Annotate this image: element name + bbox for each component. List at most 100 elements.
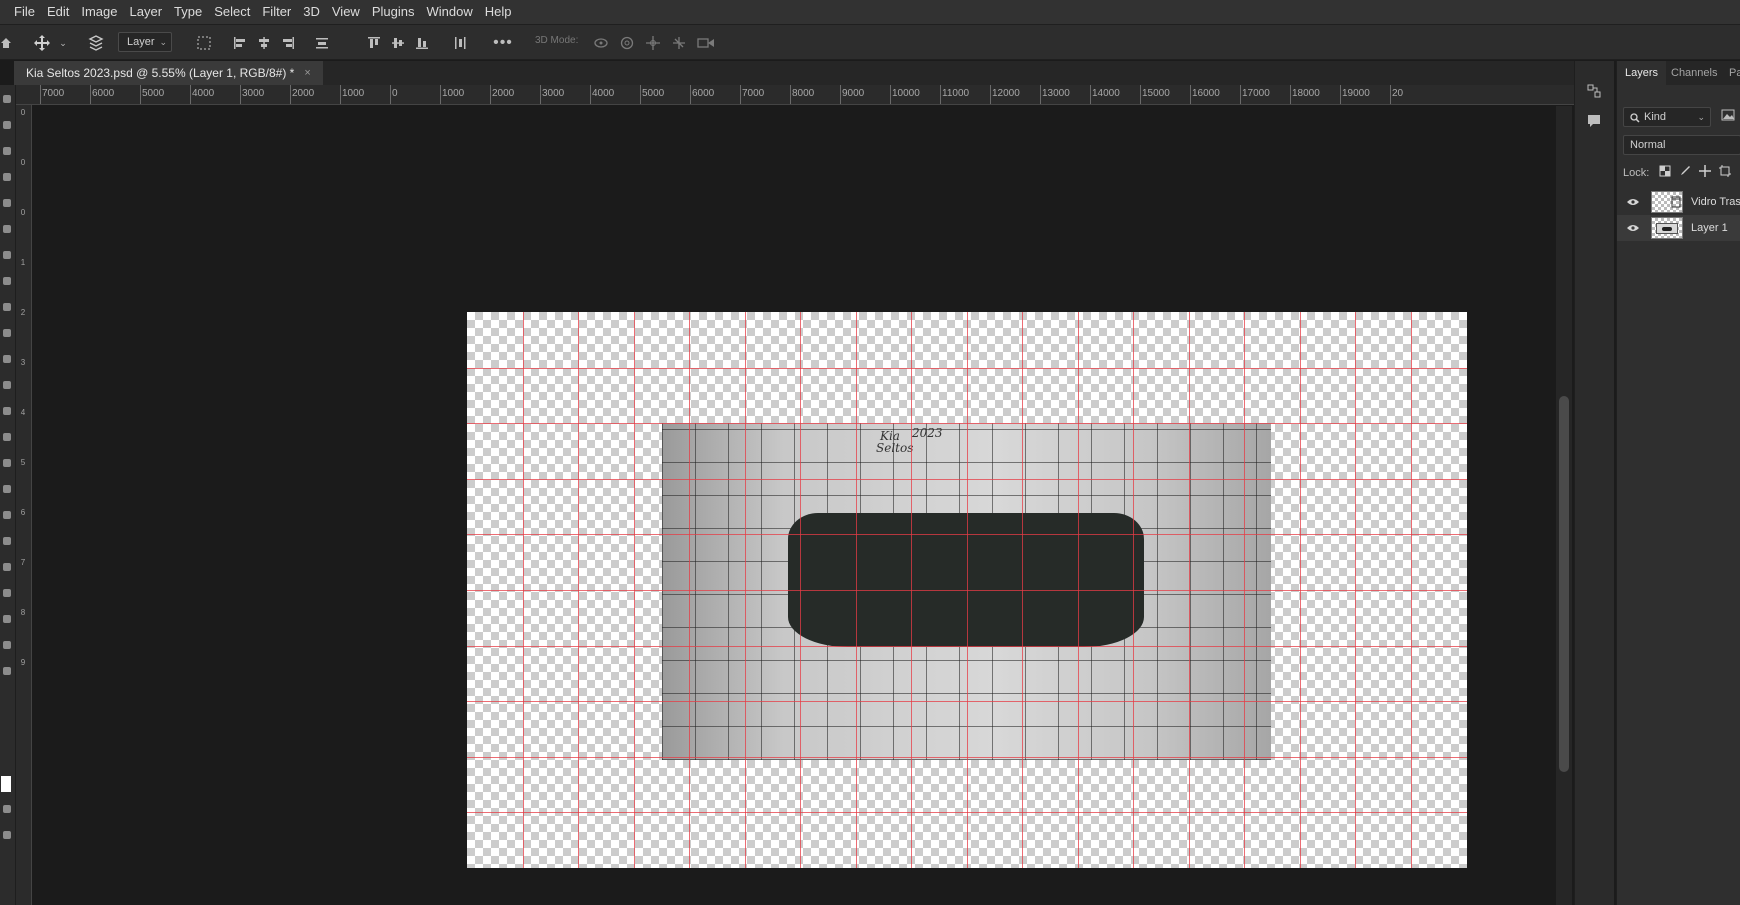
move-tool-icon[interactable] bbox=[3, 95, 11, 103]
screen-mode-icon[interactable] bbox=[3, 831, 11, 839]
comments-icon[interactable] bbox=[1586, 113, 1602, 132]
ruler-tick bbox=[90, 85, 91, 104]
image-filter-icon[interactable] bbox=[1721, 109, 1735, 124]
menu-layer[interactable]: Layer bbox=[124, 0, 169, 24]
hand-tool-icon[interactable] bbox=[3, 589, 11, 597]
menu-filter[interactable]: Filter bbox=[256, 0, 297, 24]
dodge-tool-icon[interactable] bbox=[3, 459, 11, 467]
rectangle-tool-icon[interactable] bbox=[3, 563, 11, 571]
menu-file[interactable]: File bbox=[8, 0, 41, 24]
menu-edit[interactable]: Edit bbox=[41, 0, 75, 24]
menu-view[interactable]: View bbox=[326, 0, 366, 24]
quick-mask-icon[interactable] bbox=[3, 805, 11, 813]
eraser-tool-icon[interactable] bbox=[3, 381, 11, 389]
more-icon[interactable]: ••• bbox=[492, 33, 514, 53]
crop-tool-icon[interactable] bbox=[3, 199, 11, 207]
menu-help[interactable]: Help bbox=[479, 0, 518, 24]
auto-select-icon[interactable] bbox=[86, 33, 106, 53]
ruler-tick-label: 14000 bbox=[1092, 88, 1120, 99]
distribute-icon[interactable] bbox=[314, 33, 330, 53]
scale-3d-icon[interactable] bbox=[696, 33, 716, 53]
auto-select-target-dropdown[interactable]: Layer ⌄ bbox=[118, 32, 172, 52]
brush-tool-icon[interactable] bbox=[3, 303, 11, 311]
filter-kind-value: Kind bbox=[1644, 111, 1667, 123]
zoom-tool-icon[interactable] bbox=[3, 615, 11, 623]
lasso-tool-icon[interactable] bbox=[3, 147, 11, 155]
path-selection-tool-icon[interactable] bbox=[3, 537, 11, 545]
visibility-eye-icon[interactable] bbox=[1627, 197, 1639, 209]
ruler-tick bbox=[140, 85, 141, 104]
lock-pixels-icon[interactable] bbox=[1679, 165, 1691, 180]
history-icon[interactable] bbox=[1586, 83, 1602, 102]
home-icon[interactable] bbox=[0, 33, 12, 53]
gradient-tool-icon[interactable] bbox=[3, 407, 11, 415]
marquee-tool-icon[interactable] bbox=[3, 121, 11, 129]
menu-window[interactable]: Window bbox=[420, 0, 478, 24]
frame-tool-icon[interactable] bbox=[3, 225, 11, 233]
ruler-tick-label: 4 bbox=[20, 408, 26, 417]
orbit-3d-icon[interactable] bbox=[592, 33, 610, 53]
ruler-tick bbox=[440, 85, 441, 104]
vertical-scrollbar[interactable] bbox=[1556, 106, 1572, 905]
ruler-tick-label: 15000 bbox=[1142, 88, 1170, 99]
history-brush-tool-icon[interactable] bbox=[3, 355, 11, 363]
chevron-down-icon[interactable]: ⌄ bbox=[58, 33, 68, 53]
grid-guide-horizontal bbox=[467, 423, 1467, 425]
clone-stamp-tool-icon[interactable] bbox=[3, 329, 11, 337]
ruler-tick bbox=[690, 85, 691, 104]
align-right-icon[interactable] bbox=[280, 33, 296, 53]
ruler-tick bbox=[290, 85, 291, 104]
roll-3d-icon[interactable] bbox=[618, 33, 636, 53]
visibility-eye-icon[interactable] bbox=[1627, 223, 1639, 235]
foreground-color-swatch[interactable] bbox=[1, 776, 11, 792]
menu-plugins[interactable]: Plugins bbox=[366, 0, 421, 24]
tab-paths[interactable]: Pa bbox=[1729, 61, 1740, 85]
menu-3d[interactable]: 3D bbox=[297, 0, 326, 24]
quick-select-tool-icon[interactable] bbox=[3, 173, 11, 181]
document-canvas[interactable]: Kia Seltos 2023 bbox=[467, 312, 1467, 868]
swap-colors-icon[interactable] bbox=[3, 667, 11, 675]
ruler-tick bbox=[540, 85, 541, 104]
edit-toolbar-icon[interactable] bbox=[3, 641, 11, 649]
align-left-icon[interactable] bbox=[232, 33, 248, 53]
lock-position-icon[interactable] bbox=[1699, 165, 1711, 180]
drag-3d-icon[interactable] bbox=[644, 33, 662, 53]
ruler-tick bbox=[1390, 85, 1391, 104]
distribute-vertical-icon[interactable] bbox=[452, 33, 468, 53]
layer-row-layer-1[interactable]: Layer 1 bbox=[1617, 215, 1740, 241]
ruler-tick bbox=[840, 85, 841, 104]
type-tool-icon[interactable] bbox=[3, 511, 11, 519]
ruler-tick-label: 2000 bbox=[492, 88, 515, 99]
blur-tool-icon[interactable] bbox=[3, 433, 11, 441]
ruler-tick bbox=[940, 85, 941, 104]
canvas-workspace[interactable]: Kia Seltos 2023 bbox=[33, 106, 1554, 905]
move-tool-icon[interactable] bbox=[32, 33, 52, 53]
slide-3d-icon[interactable] bbox=[670, 33, 688, 53]
align-top-icon[interactable] bbox=[366, 33, 382, 53]
tools-panel bbox=[0, 85, 16, 905]
transform-controls-icon[interactable] bbox=[194, 33, 214, 53]
align-center-icon[interactable] bbox=[256, 33, 272, 53]
align-bottom-icon[interactable] bbox=[414, 33, 430, 53]
tab-layers[interactable]: Layers bbox=[1617, 61, 1667, 85]
document-tab[interactable]: Kia Seltos 2023.psd @ 5.55% (Layer 1, RG… bbox=[14, 61, 323, 85]
layer-thumbnail bbox=[1651, 217, 1683, 239]
menu-image[interactable]: Image bbox=[75, 0, 123, 24]
vertical-ruler[interactable]: 0 0 0 1 2 3 4 5 6 7 8 9 bbox=[16, 105, 32, 905]
menu-type[interactable]: Type bbox=[168, 0, 208, 24]
eyedropper-tool-icon[interactable] bbox=[3, 251, 11, 259]
menu-select[interactable]: Select bbox=[208, 0, 256, 24]
tab-channels[interactable]: Channels bbox=[1671, 61, 1717, 85]
horizontal-ruler[interactable]: 7000 6000 5000 4000 3000 2000 1000 0 1000 2000 300… bbox=[16, 85, 1576, 105]
healing-brush-tool-icon[interactable] bbox=[3, 277, 11, 285]
blend-mode-dropdown[interactable]: Normal bbox=[1623, 135, 1740, 155]
ruler-tick bbox=[1040, 85, 1041, 104]
layer-row-vidro-trase[interactable]: Vidro Trase bbox=[1617, 189, 1740, 215]
lock-transparent-icon[interactable] bbox=[1659, 165, 1671, 180]
lock-artboard-icon[interactable] bbox=[1719, 165, 1731, 180]
filter-kind-dropdown[interactable]: Kind ⌄ bbox=[1623, 107, 1711, 127]
close-icon[interactable]: × bbox=[304, 67, 310, 79]
align-middle-icon[interactable] bbox=[390, 33, 406, 53]
pen-tool-icon[interactable] bbox=[3, 485, 11, 493]
scrollbar-thumb[interactable] bbox=[1559, 396, 1569, 772]
